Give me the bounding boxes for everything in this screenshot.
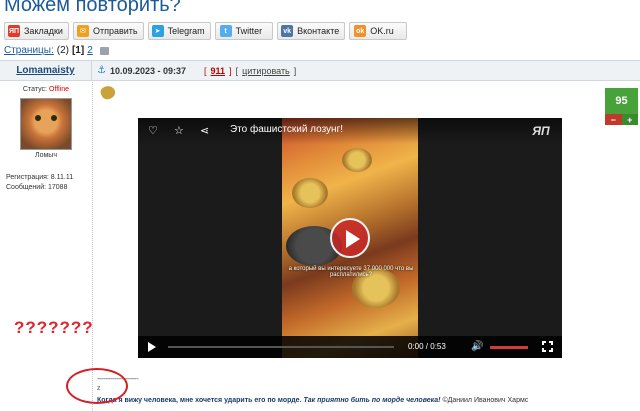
page-title: Можем повторить? — [4, 0, 181, 16]
share-label: Отправить — [92, 26, 138, 36]
progress-bar[interactable] — [168, 346, 394, 348]
column-divider — [92, 82, 93, 411]
current-page: [1] — [71, 45, 85, 56]
status-value: Offline — [48, 86, 70, 93]
share-button-send[interactable]: ✉ Отправить — [72, 22, 144, 40]
rating-value: 95 — [605, 88, 638, 114]
volume-icon[interactable]: 🔊 — [471, 341, 483, 352]
share-button-telegram[interactable]: ➤ Telegram — [147, 22, 211, 40]
twitter-icon: t — [219, 25, 232, 37]
heart-icon[interactable]: ♡ — [148, 124, 158, 137]
post-author[interactable]: Lomamaisty — [0, 61, 92, 80]
user-stats: Регистрация: 8.11.11 Сообщений: 17088 — [0, 173, 92, 193]
print-icon[interactable] — [99, 46, 109, 55]
star-icon[interactable]: ☆ — [174, 124, 184, 137]
user-sidebar: Статус: Offline Ломыч Регистрация: 8.11.… — [0, 82, 92, 193]
post-rating: 95 − + — [605, 88, 638, 125]
share-label: Вконтакте — [297, 26, 340, 36]
share-button-vk[interactable]: vk Вконтакте — [277, 22, 346, 40]
registration-date: Регистрация: 8.11.11 — [6, 174, 74, 181]
annotation-circle — [66, 368, 128, 404]
ok-icon: ok — [354, 25, 367, 37]
avatar[interactable] — [20, 98, 72, 150]
vk-icon: vk — [281, 25, 294, 37]
anchor-icon[interactable]: ⚓ — [97, 65, 106, 76]
play-icon[interactable] — [148, 342, 156, 352]
signature-quote: Когда я вижу человека, мне хочется удари… — [97, 397, 529, 404]
share-button-twitter[interactable]: t Twitter — [214, 22, 274, 40]
post-header: Lomamaisty ⚓ 10.09.2023 - 09:37 [ 911 ] … — [0, 60, 640, 81]
telegram-icon: ➤ — [151, 25, 164, 37]
pages-total: (2) — [56, 45, 69, 56]
video-caption: а который вы интересуете 37 000 000 что … — [288, 266, 414, 278]
share-icon[interactable]: ⋖ — [200, 124, 209, 137]
quote-link[interactable]: цитировать — [242, 66, 290, 76]
rate-up-button[interactable]: + — [621, 114, 638, 125]
share-bar: ЯП Закладки ✉ Отправить ➤ Telegram t Twi… — [4, 22, 407, 40]
post-date: 10.09.2023 - 09:37 — [109, 65, 187, 76]
pages-link[interactable]: Страницы: — [4, 45, 54, 56]
share-label: OK.ru — [370, 26, 394, 36]
pager: Страницы: (2) [1] 2 — [4, 45, 109, 56]
smiley-icon — [98, 83, 118, 102]
video-player[interactable]: а который вы интересуете 37 000 000 что … — [138, 118, 562, 358]
message-count: Сообщений: 17088 — [6, 184, 68, 191]
mail-icon: ✉ — [76, 25, 89, 37]
page-link-2[interactable]: 2 — [87, 45, 93, 56]
annotation-question-marks: ??????? — [14, 318, 94, 337]
video-time: 0:00 / 0:53 — [408, 342, 446, 351]
user-nickname: Ломыч — [35, 152, 57, 159]
user-status: Статус: Offline — [22, 86, 70, 93]
share-label: Telegram — [167, 26, 205, 36]
share-button-ok[interactable]: ok OK.ru — [349, 22, 407, 40]
post-number-link[interactable]: 911 — [211, 66, 226, 76]
share-label: Twitter — [235, 26, 263, 36]
volume-slider[interactable] — [490, 346, 528, 349]
rate-down-button[interactable]: − — [605, 114, 622, 125]
post-meta: ⚓ 10.09.2023 - 09:37 [ 911 ] [ цитироват… — [97, 65, 297, 76]
yap-icon: ЯП — [8, 25, 20, 37]
share-button-bookmarks[interactable]: ЯП Закладки — [4, 22, 69, 40]
fullscreen-icon[interactable] — [541, 340, 554, 353]
video-title: Это фашистский лозунг! — [230, 124, 344, 135]
share-label: Закладки — [24, 26, 63, 36]
play-button[interactable] — [330, 218, 370, 258]
yap-logo: ЯП — [532, 124, 550, 138]
video-controls: 0:00 / 0:53 🔊 — [138, 336, 562, 358]
